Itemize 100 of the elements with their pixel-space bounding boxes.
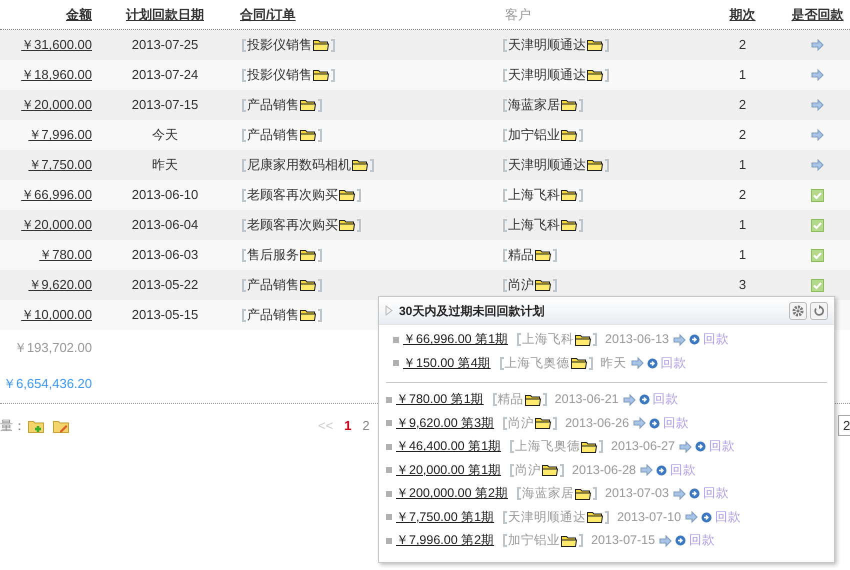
contract-link[interactable]: 尼康家用数码相机: [247, 155, 351, 175]
left-bracket-icon: [492, 393, 497, 406]
left-bracket-icon: [242, 98, 246, 112]
amount-link[interactable]: ￥31,600.00: [21, 35, 92, 55]
left-bracket-icon: [242, 218, 246, 232]
amount-link[interactable]: ￥7,750.00: [28, 155, 92, 175]
right-bracket-icon: [605, 38, 609, 52]
amount-link[interactable]: ￥200,000.00 第2期: [396, 484, 508, 504]
customer-link[interactable]: 上海飞科: [508, 185, 560, 205]
right-bracket-icon: [579, 188, 583, 202]
amount-link[interactable]: ￥10,000.00: [21, 305, 92, 325]
contract-link[interactable]: 产品销售: [247, 95, 299, 115]
settings-icon: [792, 304, 804, 316]
customer-link[interactable]: 天津明顺通达: [508, 35, 586, 55]
column-header[interactable]: 期次: [730, 4, 756, 24]
total-amount: ￥6,654,436.20: [3, 375, 92, 394]
folder-icon: [339, 189, 355, 201]
amount-link[interactable]: ￥46,400.00 第1期: [396, 437, 502, 456]
amount-link[interactable]: ￥9,620.00 第3期: [396, 414, 494, 433]
period-text: 1: [738, 156, 746, 174]
folder-icon: [339, 219, 355, 231]
period-text: 2: [738, 36, 746, 54]
customer-link[interactable]: 海蓝家居: [508, 95, 560, 115]
period-text: 2: [738, 126, 746, 144]
amount-link[interactable]: ￥66,996.00: [21, 185, 92, 205]
column-header[interactable]: 计划回款日期: [126, 4, 204, 24]
date-text: 2013-06-28: [572, 462, 636, 479]
column-header[interactable]: 是否回款: [792, 4, 844, 24]
right-bracket-icon: [588, 356, 593, 370]
right-bracket-icon: [605, 158, 609, 172]
settings-button[interactable]: [789, 302, 807, 320]
amount-link[interactable]: ￥150.00 第4期: [403, 354, 491, 373]
period-text: 3: [738, 276, 746, 294]
folder-icon: [300, 249, 316, 261]
period-text: 1: [738, 246, 746, 264]
page-input[interactable]: 2: [838, 415, 850, 436]
contract-link[interactable]: 老顾客再次购买: [247, 185, 338, 205]
customer-link[interactable]: 尚沪: [508, 275, 534, 295]
right-bracket-icon: [553, 278, 557, 292]
left-bracket-icon: [242, 278, 246, 292]
left-bracket-icon: [503, 38, 507, 52]
circle-arrow-icon: [689, 334, 700, 346]
contract-link[interactable]: 投影仪销售: [247, 65, 312, 85]
circle-arrow-icon: [638, 394, 650, 406]
contract-link[interactable]: 投影仪销售: [247, 35, 312, 55]
bullet-icon: [393, 360, 399, 366]
amount-link[interactable]: ￥66,996.00 第1期: [403, 330, 508, 350]
contract-link[interactable]: 售后服务: [247, 245, 299, 265]
customer-link[interactable]: 精品: [508, 245, 534, 265]
left-bracket-icon: [242, 188, 246, 202]
customer-link[interactable]: 加宁铝业: [508, 125, 560, 145]
amount-link[interactable]: ￥9,620.00: [28, 275, 92, 295]
left-bracket-icon: [242, 308, 246, 322]
page-link[interactable]: 1: [344, 416, 352, 436]
folder-icon: [313, 69, 329, 81]
amount-link[interactable]: ￥20,000.00: [21, 215, 92, 235]
quantity-label: 量：: [0, 417, 26, 436]
right-bracket-icon: [318, 98, 322, 112]
right-arrow-icon: [622, 394, 636, 406]
bullet-icon: [386, 444, 392, 450]
folder-icon: [561, 99, 577, 111]
right-bracket-icon: [357, 188, 361, 202]
date-text: 昨天: [152, 156, 178, 174]
refresh-button[interactable]: [810, 302, 828, 320]
column-header[interactable]: 合同/订单: [240, 4, 296, 24]
column-header[interactable]: 金额: [66, 4, 92, 24]
right-bracket-icon: [318, 278, 322, 292]
amount-link[interactable]: ￥780.00 第1期: [396, 390, 484, 410]
right-arrow-icon: [659, 534, 672, 547]
amount-link[interactable]: ￥18,960.00: [21, 65, 92, 85]
customer-link[interactable]: 上海飞科: [508, 215, 560, 235]
contract-link[interactable]: 老顾客再次购买: [247, 215, 338, 235]
right-bracket-icon: [357, 218, 361, 232]
date-text: 2013-06-26: [565, 414, 630, 432]
amount-link[interactable]: ￥20,000.00 第1期: [396, 460, 502, 480]
contract-link[interactable]: 产品销售: [247, 125, 299, 145]
customer-link[interactable]: 天津明顺通达: [508, 155, 586, 175]
right-bracket-icon: [331, 68, 335, 82]
amount-link[interactable]: ￥20,000.00: [21, 95, 92, 115]
amount-link[interactable]: ￥780.00: [39, 245, 92, 265]
left-bracket-icon: [503, 68, 507, 82]
folder-icon: [313, 39, 329, 51]
folder-icon: [561, 219, 577, 231]
folder-icon: [300, 279, 316, 291]
bullet-icon: [386, 538, 392, 544]
amount-link[interactable]: ￥7,750.00 第1期: [396, 508, 494, 527]
customer-link[interactable]: 天津明顺通达: [508, 65, 586, 85]
contract-link[interactable]: 产品销售: [247, 275, 299, 295]
amount-link[interactable]: ￥7,996.00: [28, 125, 92, 145]
right-bracket-icon: [542, 393, 547, 406]
folder-icon: [300, 129, 316, 141]
circle-arrow-icon: [646, 358, 658, 369]
page-link[interactable]: 2: [362, 416, 370, 436]
right-bracket-icon: [553, 416, 558, 430]
contract-link[interactable]: 产品销售: [247, 305, 299, 325]
amount-link[interactable]: ￥7,996.00 第2期: [396, 531, 494, 550]
date-text: 2013-07-10: [617, 508, 682, 526]
folder-icon: [300, 309, 316, 321]
folder-icon: [535, 249, 551, 261]
date-text: 昨天: [600, 354, 627, 372]
